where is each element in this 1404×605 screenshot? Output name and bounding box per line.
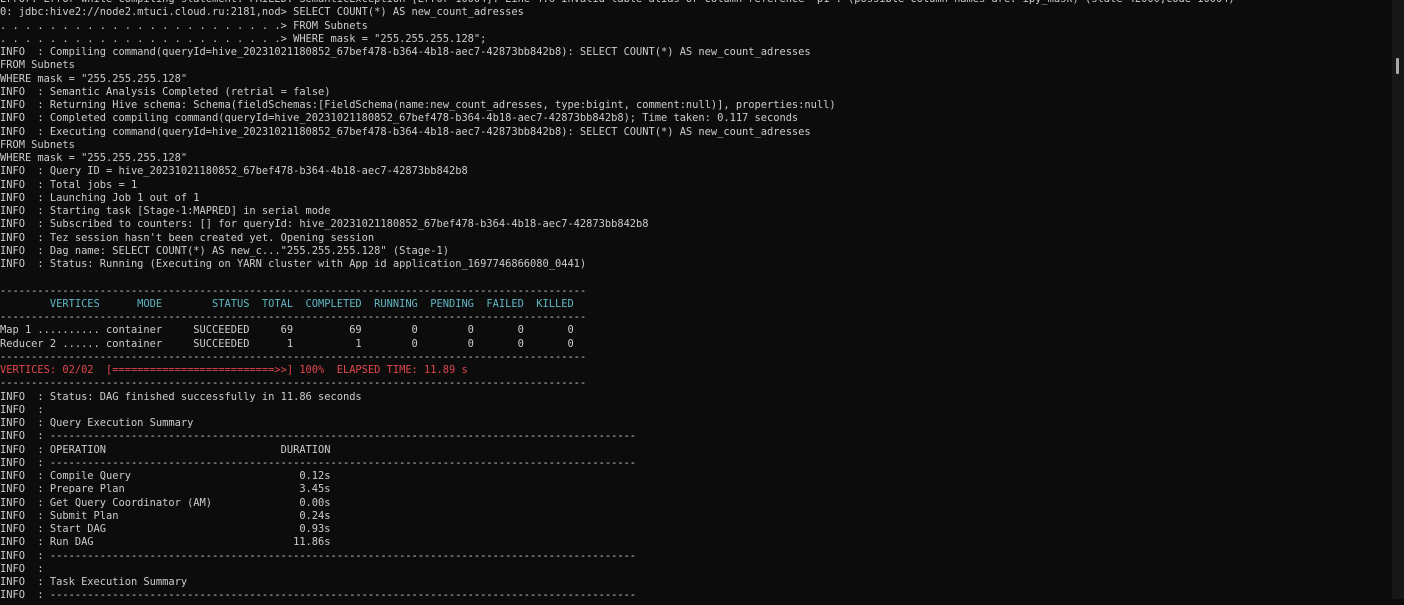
terminal-line: INFO : Status: Running (Executing on YAR…	[0, 258, 587, 270]
terminal-line: INFO : Starting task [Stage-1:MAPRED] in…	[0, 205, 331, 217]
terminal-line: INFO : Prepare Plan 3.45s	[0, 483, 331, 496]
terminal-line: INFO : Query ID = hive_20231021180852_67…	[0, 165, 468, 178]
terminal-line: FROM Subnets	[0, 138, 75, 151]
terminal-line: INFO : Executing command(queryId=hive_20…	[0, 125, 811, 138]
terminal-line: INFO : Query Execution Summary	[0, 417, 194, 429]
terminal-line: INFO :	[0, 403, 44, 416]
vertices-table-header: VERTICES MODE STATUS TOTAL COMPLETED RUN…	[0, 297, 574, 310]
terminal-line: INFO :	[0, 562, 44, 575]
terminal-output[interactable]: Error: Error while compiling statement: …	[0, 0, 1392, 605]
terminal-line: INFO : ---------------------------------…	[0, 549, 637, 562]
terminal-line: INFO : Compile Query 0.12s	[0, 470, 331, 482]
terminal-line: FROM Subnets	[0, 59, 75, 72]
vertical-scrollbar[interactable]	[1392, 0, 1404, 599]
terminal-line: INFO : Launching Job 1 out of 1	[0, 191, 200, 204]
terminal-line: INFO : Returning Hive schema: Schema(fie…	[0, 99, 836, 111]
vertices-progress-status: VERTICES: 02/02 [=======================…	[0, 364, 468, 376]
terminal-line: 0: jdbc:hive2://node2.mtuci.cloud.ru:218…	[0, 6, 524, 19]
terminal-line: ----------------------------------------…	[0, 284, 587, 297]
terminal-line: INFO : Start DAG 0.93s	[0, 523, 331, 535]
terminal-line: INFO : Task Execution Summary	[0, 576, 188, 588]
terminal-line: INFO : Compiling command(queryId=hive_20…	[0, 46, 811, 58]
terminal-line: WHERE mask = "255.255.255.128"	[0, 152, 188, 164]
terminal-line: ----------------------------------------…	[0, 377, 587, 390]
terminal-line: INFO : ---------------------------------…	[0, 430, 637, 443]
terminal-line: INFO : Total jobs = 1	[0, 178, 138, 191]
terminal-line: ----------------------------------------…	[0, 350, 587, 363]
terminal-line: INFO : Tez session hasn't been created y…	[0, 231, 375, 244]
terminal-line: Map 1 .......... container SUCCEEDED 69 …	[0, 324, 574, 337]
terminal-line: INFO : Get Query Coordinator (AM) 0.00s	[0, 496, 331, 509]
terminal-line: INFO : Subscribed to counters: [] for qu…	[0, 218, 649, 231]
terminal-line: . . . . . . . . . . . . . . . . . . . . …	[0, 32, 487, 45]
terminal-line: WHERE mask = "255.255.255.128"	[0, 72, 188, 85]
terminal-line: INFO : Dag name: SELECT COUNT(*) AS new_…	[0, 244, 449, 257]
terminal-line: INFO : OPERATION DURATION	[0, 443, 331, 456]
terminal-line: INFO : Submit Plan 0.24s	[0, 509, 331, 522]
terminal-line: INFO : ---------------------------------…	[0, 456, 637, 469]
terminal-line: INFO : Status: DAG finished successfully…	[0, 390, 362, 403]
terminal-line: . . . . . . . . . . . . . . . . . . . . …	[0, 19, 368, 32]
terminal-line: INFO : Run DAG 11.86s	[0, 536, 331, 549]
terminal-line: Reducer 2 ...... container SUCCEEDED 1 1…	[0, 337, 574, 350]
terminal-line: INFO : Completed compiling command(query…	[0, 112, 799, 125]
terminal-line: ----------------------------------------…	[0, 311, 587, 323]
terminal-line: INFO : Semantic Analysis Completed (retr…	[0, 85, 331, 98]
scrollbar-thumb[interactable]	[1396, 58, 1399, 74]
terminal-line: INFO : ---------------------------------…	[0, 589, 637, 602]
